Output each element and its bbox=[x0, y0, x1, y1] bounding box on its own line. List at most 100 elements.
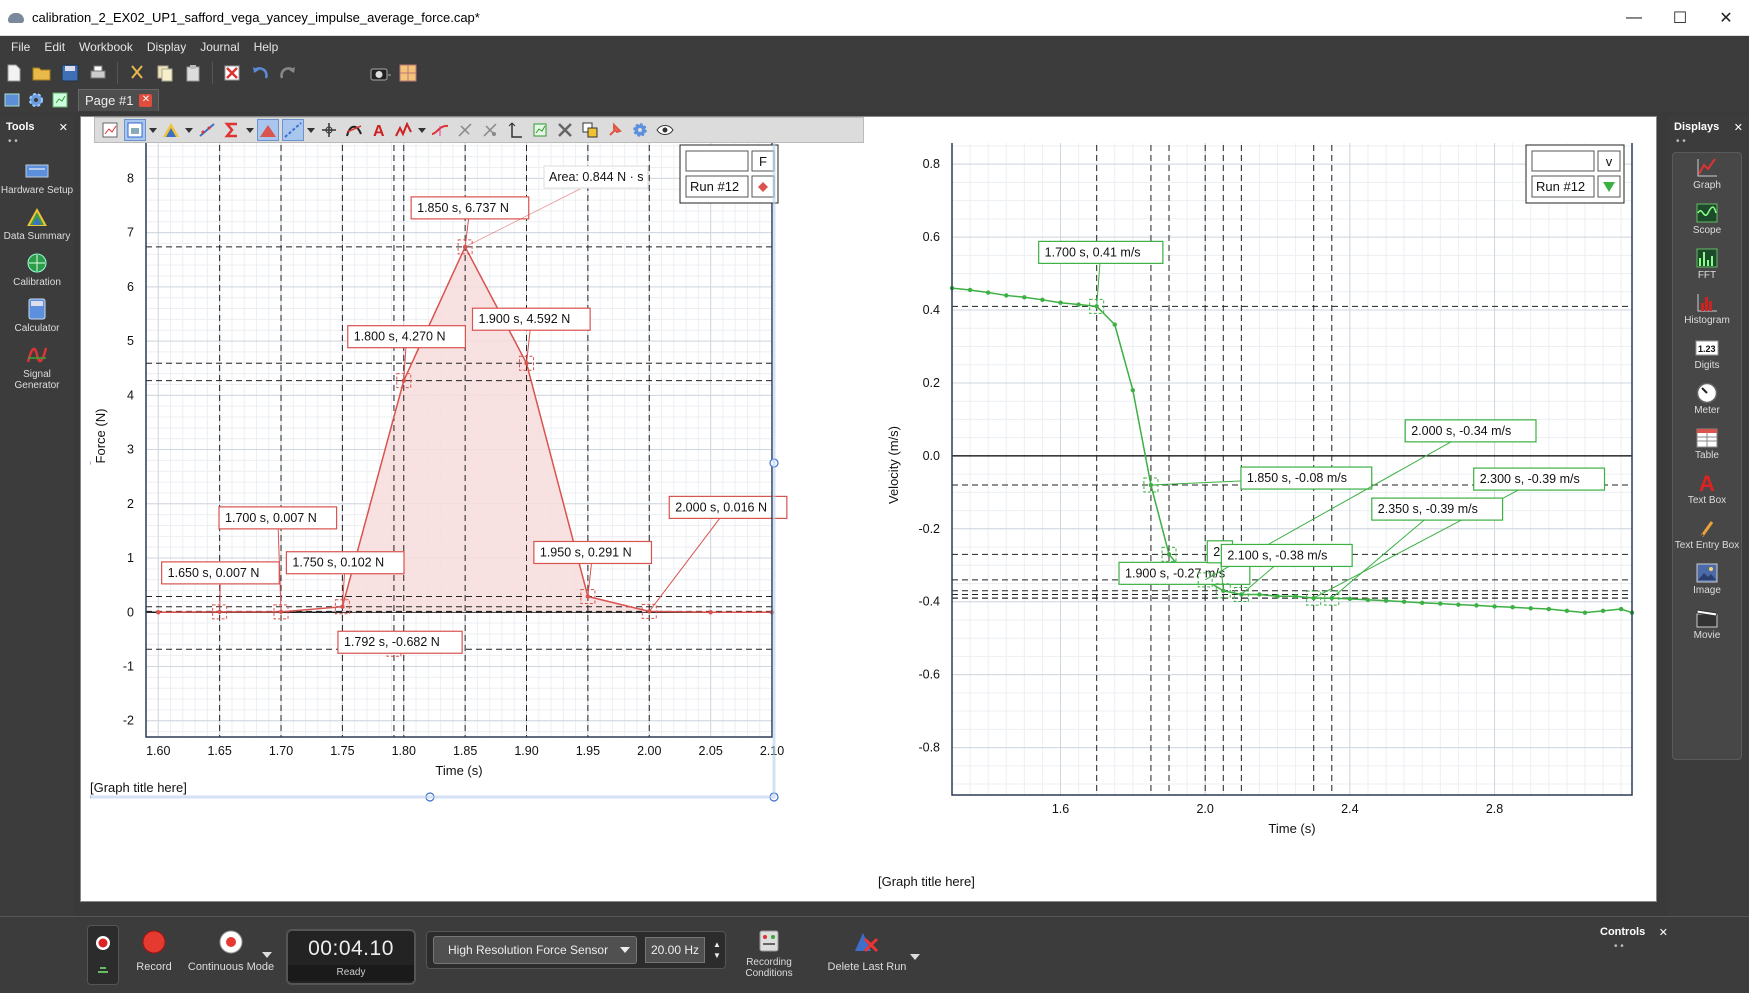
scale-to-fit-icon[interactable] bbox=[99, 119, 121, 141]
tools-panel-grip[interactable]: • • bbox=[0, 137, 74, 150]
svg-text:A: A bbox=[373, 123, 385, 138]
display-table[interactable]: Table bbox=[1673, 423, 1741, 468]
display-label: Table bbox=[1695, 450, 1719, 461]
add-plot-area-icon[interactable] bbox=[529, 119, 551, 141]
select-region-icon[interactable] bbox=[124, 119, 146, 141]
displays-panel-close-icon[interactable]: ✕ bbox=[1734, 121, 1743, 134]
camera-icon[interactable] bbox=[368, 61, 392, 85]
data-series-icon[interactable] bbox=[393, 119, 415, 141]
sample-rate-stepper[interactable]: ▲ ▼ bbox=[713, 939, 721, 961]
redo-icon[interactable] bbox=[276, 61, 300, 85]
tools-panel-close-icon[interactable]: ✕ bbox=[59, 121, 68, 134]
tool-hardware-setup[interactable]: Hardware Setup bbox=[0, 160, 74, 196]
new-file-icon[interactable] bbox=[2, 61, 26, 85]
delete-last-run-button[interactable]: Delete Last Run bbox=[822, 929, 912, 973]
stepper-up-icon[interactable]: ▲ bbox=[713, 939, 721, 950]
controls-panel-title: Controls bbox=[1600, 926, 1646, 938]
area-tool-icon[interactable] bbox=[257, 119, 279, 141]
slope-line-icon[interactable] bbox=[343, 119, 365, 141]
add-axis-icon[interactable] bbox=[504, 119, 526, 141]
display-graph[interactable]: Graph bbox=[1673, 153, 1741, 198]
sample-rate-field[interactable]: 20.00 Hz bbox=[645, 937, 705, 963]
cut-icon[interactable] bbox=[125, 61, 149, 85]
display-histogram[interactable]: Histogram bbox=[1673, 288, 1741, 333]
menu-display[interactable]: Display bbox=[140, 40, 193, 54]
add-point-icon[interactable] bbox=[454, 119, 476, 141]
tab-close-icon[interactable]: ✕ bbox=[139, 94, 153, 107]
display-text-entry-box[interactable]: Text Entry Box bbox=[1673, 513, 1741, 558]
graph-title: [Graph title here] bbox=[90, 780, 187, 795]
display-text-box[interactable]: A Text Box bbox=[1673, 468, 1741, 513]
menu-help[interactable]: Help bbox=[247, 40, 286, 54]
open-folder-icon[interactable] bbox=[30, 61, 54, 85]
curve-fit-icon[interactable] bbox=[196, 119, 218, 141]
display-image[interactable]: Image bbox=[1673, 558, 1741, 603]
display-digits[interactable]: 1.23 Digits bbox=[1673, 333, 1741, 378]
menu-workbook[interactable]: Workbook bbox=[72, 40, 140, 54]
data-point bbox=[1492, 604, 1497, 609]
tool-calculator[interactable]: Calculator bbox=[0, 298, 74, 334]
copy-icon[interactable] bbox=[153, 61, 177, 85]
force-graph[interactable]: 1.650 s, 0.007 N 1.700 s, 0.007 N 1.750 s,… bbox=[90, 143, 865, 893]
tool-data-summary[interactable]: Data Summary bbox=[0, 206, 74, 242]
dropdown-chevron-icon[interactable] bbox=[185, 119, 193, 141]
maximize-button[interactable]: ☐ bbox=[1657, 0, 1703, 36]
remove-point-icon[interactable] bbox=[479, 119, 501, 141]
page-grid-icon[interactable] bbox=[48, 88, 72, 112]
display-scope[interactable]: Scope bbox=[1673, 198, 1741, 243]
controls-panel-grip[interactable]: • • bbox=[1594, 942, 1674, 955]
close-window-button[interactable]: ✕ bbox=[1703, 0, 1749, 36]
menu-file[interactable]: File bbox=[4, 40, 37, 54]
menu-edit[interactable]: Edit bbox=[37, 40, 72, 54]
record-button[interactable]: Record bbox=[132, 929, 176, 973]
record-mini-icon[interactable] bbox=[88, 926, 118, 984]
slope-tool-icon[interactable] bbox=[282, 119, 304, 141]
displays-panel-grip[interactable]: • • bbox=[1668, 137, 1749, 150]
data-summary-icon bbox=[25, 206, 49, 228]
annotation-text-icon[interactable]: A bbox=[368, 119, 390, 141]
visibility-eye-icon[interactable] bbox=[654, 119, 676, 141]
dropdown-chevron-icon[interactable] bbox=[307, 119, 315, 141]
pin-icon[interactable] bbox=[604, 119, 626, 141]
dropdown-chevron-icon[interactable] bbox=[246, 119, 254, 141]
text-box-glyph: A bbox=[1699, 472, 1715, 494]
app-icon bbox=[8, 12, 24, 23]
annotation-label: 1.792 s, -0.682 N bbox=[344, 635, 440, 649]
display-fft[interactable]: FFT bbox=[1673, 243, 1741, 288]
sigma-statistics-icon[interactable] bbox=[221, 119, 243, 141]
display-meter[interactable]: Meter bbox=[1673, 378, 1741, 423]
settings-gear-icon[interactable] bbox=[24, 88, 48, 112]
display-movie[interactable]: Movie bbox=[1673, 603, 1741, 648]
print-icon[interactable] bbox=[86, 61, 110, 85]
tool-calibration[interactable]: Calibration bbox=[0, 252, 74, 288]
minimize-button[interactable]: — bbox=[1611, 0, 1657, 36]
dropdown-chevron-icon[interactable] bbox=[418, 119, 426, 141]
highlight-icon[interactable] bbox=[160, 119, 182, 141]
data-point bbox=[1130, 388, 1136, 393]
delete-icon[interactable] bbox=[220, 61, 244, 85]
graph-settings-gear-icon[interactable] bbox=[629, 119, 651, 141]
coordinates-tool-icon[interactable] bbox=[318, 119, 340, 141]
undo-icon[interactable] bbox=[248, 61, 272, 85]
velocity-graph[interactable]: 1.700 s, 0.41 m/s1.850 s, -0.08 m/s1.900… bbox=[872, 143, 1652, 893]
mode-dropdown-chevron-icon[interactable] bbox=[262, 951, 272, 959]
recording-conditions-button[interactable]: Recording Conditions bbox=[734, 929, 804, 979]
controls-panel-close-icon[interactable]: ✕ bbox=[1659, 926, 1668, 939]
stepper-down-icon[interactable]: ▼ bbox=[713, 950, 721, 961]
tool-signal-generator[interactable]: Signal Generator bbox=[0, 344, 74, 391]
dropdown-chevron-icon[interactable] bbox=[149, 119, 157, 141]
title-bar: calibration_2_EX02_UP1_safford_vega_yanc… bbox=[0, 0, 1749, 36]
group-plots-icon[interactable] bbox=[579, 119, 601, 141]
curve-icon[interactable] bbox=[429, 119, 451, 141]
page-layout-icon[interactable] bbox=[0, 88, 24, 112]
layout-icon[interactable] bbox=[396, 61, 420, 85]
tab-page-1[interactable]: Page #1 ✕ bbox=[78, 89, 160, 111]
displays-panel-title: Displays bbox=[1674, 121, 1720, 133]
delete-plot-icon[interactable] bbox=[554, 119, 576, 141]
save-icon[interactable] bbox=[58, 61, 82, 85]
paste-icon[interactable] bbox=[181, 61, 205, 85]
sensor-select[interactable]: High Resolution Force Sensor bbox=[433, 936, 637, 964]
digits-icon: 1.23 bbox=[1695, 337, 1719, 359]
menu-journal[interactable]: Journal bbox=[193, 40, 246, 54]
delete-run-dropdown-chevron-icon[interactable] bbox=[910, 953, 920, 961]
